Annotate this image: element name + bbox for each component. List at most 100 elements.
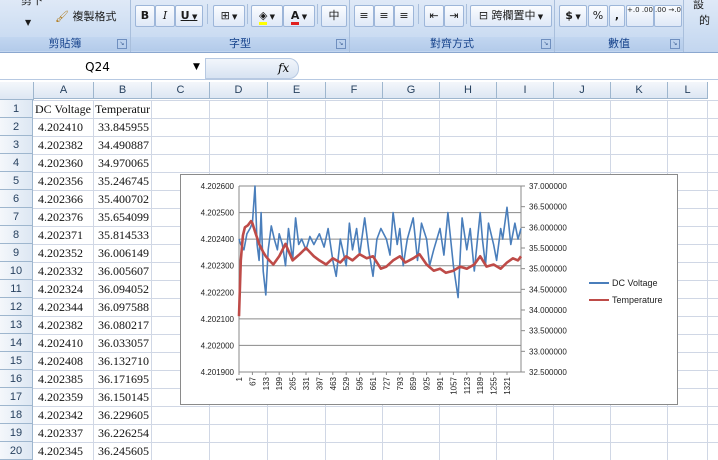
cell-a15[interactable]: 4.202408 [35,352,95,370]
cell-a9[interactable]: 4.202352 [35,244,95,262]
column-header-h[interactable]: H [440,82,497,99]
row-header-13[interactable]: 13 [0,316,33,334]
cell-a20[interactable]: 4.202345 [35,442,95,460]
align-right-button[interactable]: ≡ [394,5,414,27]
row-header-19[interactable]: 19 [0,424,33,442]
merge-center-button[interactable]: ⊟ 跨欄置中 ▼ [470,5,552,27]
conditional-format-button-partial-2[interactable]: 的 [698,12,711,34]
cell-b2[interactable]: 33.845955 [95,118,153,136]
chart-legend[interactable]: DC Voltage Temperature [589,275,677,309]
cell-b7[interactable]: 35.654099 [95,208,153,226]
cell-b4[interactable]: 34.970065 [95,154,153,172]
column-header-k[interactable]: K [611,82,668,99]
row-header-11[interactable]: 11 [0,280,33,298]
cell-b6[interactable]: 35.400702 [95,190,153,208]
format-painter-button[interactable]: 🖌 複製格式 [54,6,117,28]
clipboard-dialog-launcher-icon[interactable]: ↘ [117,39,127,49]
column-header-l[interactable]: L [668,82,708,99]
cell-b16[interactable]: 36.171695 [95,370,153,388]
percent-button[interactable]: % [588,5,608,27]
cell-b11[interactable]: 36.094052 [95,280,153,298]
cell-a14[interactable]: 4.202410 [35,334,95,352]
name-box[interactable]: Q24 ▼ [0,58,211,77]
cell-b15[interactable]: 36.132710 [95,352,153,370]
cell-b8[interactable]: 35.814533 [95,226,153,244]
cell-a17[interactable]: 4.202359 [35,388,95,406]
comma-style-button[interactable]: , [609,5,625,27]
cell-a18[interactable]: 4.202342 [35,406,95,424]
decrease-decimal-button[interactable]: .00 →.0 [654,5,682,27]
row-header-7[interactable]: 7 [0,208,33,226]
increase-decimal-button[interactable]: +.0 .00 [626,5,654,27]
cell-a11[interactable]: 4.202324 [35,280,95,298]
cell-a12[interactable]: 4.202344 [35,298,95,316]
decrease-indent-button[interactable]: ⇤ [424,5,444,27]
column-header-b[interactable]: B [94,82,152,99]
cell-a13[interactable]: 4.202382 [35,316,95,334]
cell-a4[interactable]: 4.202360 [35,154,95,172]
row-header-16[interactable]: 16 [0,370,33,388]
phonetic-button[interactable]: 中 [321,5,347,27]
row-header-9[interactable]: 9 [0,244,33,262]
align-left-button[interactable]: ≡ [354,5,374,27]
cell-a6[interactable]: 4.202366 [35,190,95,208]
cut-button[interactable]: 剪下 [20,0,44,12]
cell-a5[interactable]: 4.202356 [35,172,95,190]
cell-b1[interactable]: Temperature [95,100,150,118]
row-header-12[interactable]: 12 [0,298,33,316]
cell-a7[interactable]: 4.202376 [35,208,95,226]
cell-a16[interactable]: 4.202385 [35,370,95,388]
row-header-10[interactable]: 10 [0,262,33,280]
column-header-d[interactable]: D [210,82,268,99]
column-header-f[interactable]: F [326,82,383,99]
row-header-4[interactable]: 4 [0,154,33,172]
row-header-5[interactable]: 5 [0,172,33,190]
row-header-8[interactable]: 8 [0,226,33,244]
currency-button[interactable]: $ ▼ [559,5,587,27]
column-header-i[interactable]: I [497,82,554,99]
paste-dropdown-arrow[interactable]: ▼ [24,12,38,34]
row-header-17[interactable]: 17 [0,388,33,406]
borders-button[interactable]: ⊞ ▼ [213,5,245,27]
cell-b17[interactable]: 36.150145 [95,388,153,406]
cell-a3[interactable]: 4.202382 [35,136,95,154]
cell-b14[interactable]: 36.033057 [95,334,153,352]
cell-b5[interactable]: 35.246745 [95,172,153,190]
fill-color-button[interactable]: ◈ ▼ [251,5,283,27]
column-header-e[interactable]: E [268,82,326,99]
cell-a10[interactable]: 4.202332 [35,262,95,280]
chart[interactable]: 4.202600 4.202500 4.202400 4.202300 4.202200… [180,174,678,405]
cell-a8[interactable]: 4.202371 [35,226,95,244]
cell-b20[interactable]: 36.245605 [95,442,153,460]
font-color-button[interactable]: A ▼ [283,5,315,27]
cell-a2[interactable]: 4.202410 [35,118,95,136]
font-dialog-launcher-icon[interactable]: ↘ [336,39,346,49]
increase-indent-button[interactable]: ⇥ [444,5,464,27]
alignment-dialog-launcher-icon[interactable]: ↘ [541,39,551,49]
row-header-18[interactable]: 18 [0,406,33,424]
row-header-2[interactable]: 2 [0,118,33,136]
cell-b3[interactable]: 34.490887 [95,136,153,154]
cell-b19[interactable]: 36.226254 [95,424,153,442]
row-header-20[interactable]: 20 [0,442,33,460]
select-all-button[interactable] [0,82,34,100]
cell-a1[interactable]: DC Voltage [35,100,92,118]
cell-b10[interactable]: 36.005607 [95,262,153,280]
column-header-a[interactable]: A [34,82,94,99]
row-header-15[interactable]: 15 [0,352,33,370]
column-header-g[interactable]: G [383,82,440,99]
row-header-6[interactable]: 6 [0,190,33,208]
cell-a19[interactable]: 4.202337 [35,424,95,442]
row-header-14[interactable]: 14 [0,334,33,352]
insert-function-icon[interactable]: fx [278,59,289,77]
cell-b9[interactable]: 36.006149 [95,244,153,262]
align-center-button[interactable]: ≡ [374,5,394,27]
italic-button[interactable]: I [155,5,175,27]
row-header-1[interactable]: 1 [0,100,33,118]
cell-b18[interactable]: 36.229605 [95,406,153,424]
column-header-c[interactable]: C [152,82,210,99]
column-header-j[interactable]: J [554,82,611,99]
cell-b13[interactable]: 36.080217 [95,316,153,334]
formula-input[interactable] [300,58,718,77]
cell-b12[interactable]: 36.097588 [95,298,153,316]
